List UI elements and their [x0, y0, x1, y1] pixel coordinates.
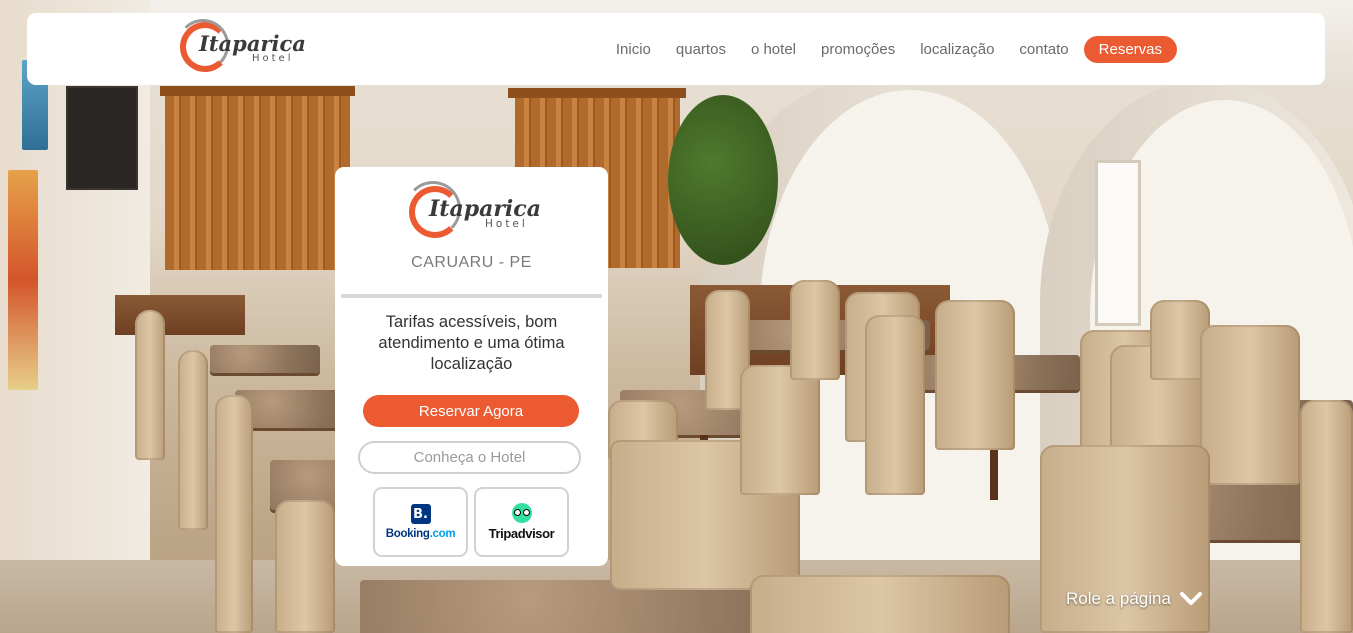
chair: [790, 280, 840, 380]
window-blind: [165, 92, 350, 270]
blind-valance: [160, 86, 355, 96]
conheca-o-hotel-button[interactable]: Conheça o Hotel: [358, 441, 581, 474]
scroll-hint[interactable]: Role a página: [1066, 589, 1203, 609]
chair: [750, 575, 1010, 633]
nav-item-o-hotel[interactable]: o hotel: [751, 41, 796, 58]
nav-item-contato[interactable]: contato: [1019, 41, 1068, 58]
logo[interactable]: Itaparica Hotel: [177, 19, 306, 75]
table: [210, 345, 320, 373]
chair: [178, 350, 208, 530]
booking-badge[interactable]: B. Booking.com: [373, 487, 468, 557]
chair: [215, 395, 253, 633]
booking-icon: B.: [410, 504, 431, 524]
tripadvisor-owl-icon: [511, 503, 532, 523]
card-logo: Itaparica Hotel: [405, 181, 541, 243]
tagline: Tarifas acessíveis, bom atendimento e um…: [378, 313, 565, 373]
main-nav: Inicio quartos o hotel promoções localiz…: [591, 13, 1177, 85]
chevron-down-icon: [1179, 592, 1202, 605]
tripadvisor-badge[interactable]: Tripadvisor: [474, 487, 569, 557]
nav-item-quartos[interactable]: quartos: [676, 41, 726, 58]
nav-item-inicio[interactable]: Inicio: [616, 41, 651, 58]
chair: [135, 310, 165, 460]
chair: [275, 500, 335, 633]
hero-background-photo: [0, 0, 1353, 633]
scroll-hint-label: Role a página: [1066, 589, 1171, 608]
chair: [865, 315, 925, 495]
logo-subtitle: Hotel: [485, 218, 528, 230]
divider: [341, 294, 602, 298]
logo-subtitle: Hotel: [252, 53, 294, 64]
reservar-agora-button[interactable]: Reservar Agora: [363, 395, 579, 427]
chair: [740, 365, 820, 495]
booking-suffix: .com: [429, 528, 456, 540]
plant: [668, 95, 778, 265]
nav-item-promocoes[interactable]: promoções: [821, 41, 895, 58]
wall-tv: [66, 86, 138, 190]
nav-item-localizacao[interactable]: localização: [920, 41, 994, 58]
chair: [1200, 325, 1300, 485]
booking-wordmark: Booking.com: [386, 528, 456, 540]
chair: [1300, 400, 1353, 633]
reservas-button[interactable]: Reservas: [1083, 35, 1177, 63]
blind-valance: [508, 88, 686, 98]
site-header: Itaparica Hotel Inicio quartos o hotel p…: [27, 13, 1325, 85]
hotel-card: Itaparica Hotel CARUARU - PE Tarifas ace…: [335, 167, 608, 566]
tripadvisor-wordmark: Tripadvisor: [488, 526, 555, 541]
city-label: CARUARU - PE: [411, 254, 532, 271]
booking-name: Booking: [385, 528, 430, 540]
chair: [935, 300, 1015, 450]
door: [1095, 160, 1141, 326]
wall-art: [8, 170, 38, 390]
